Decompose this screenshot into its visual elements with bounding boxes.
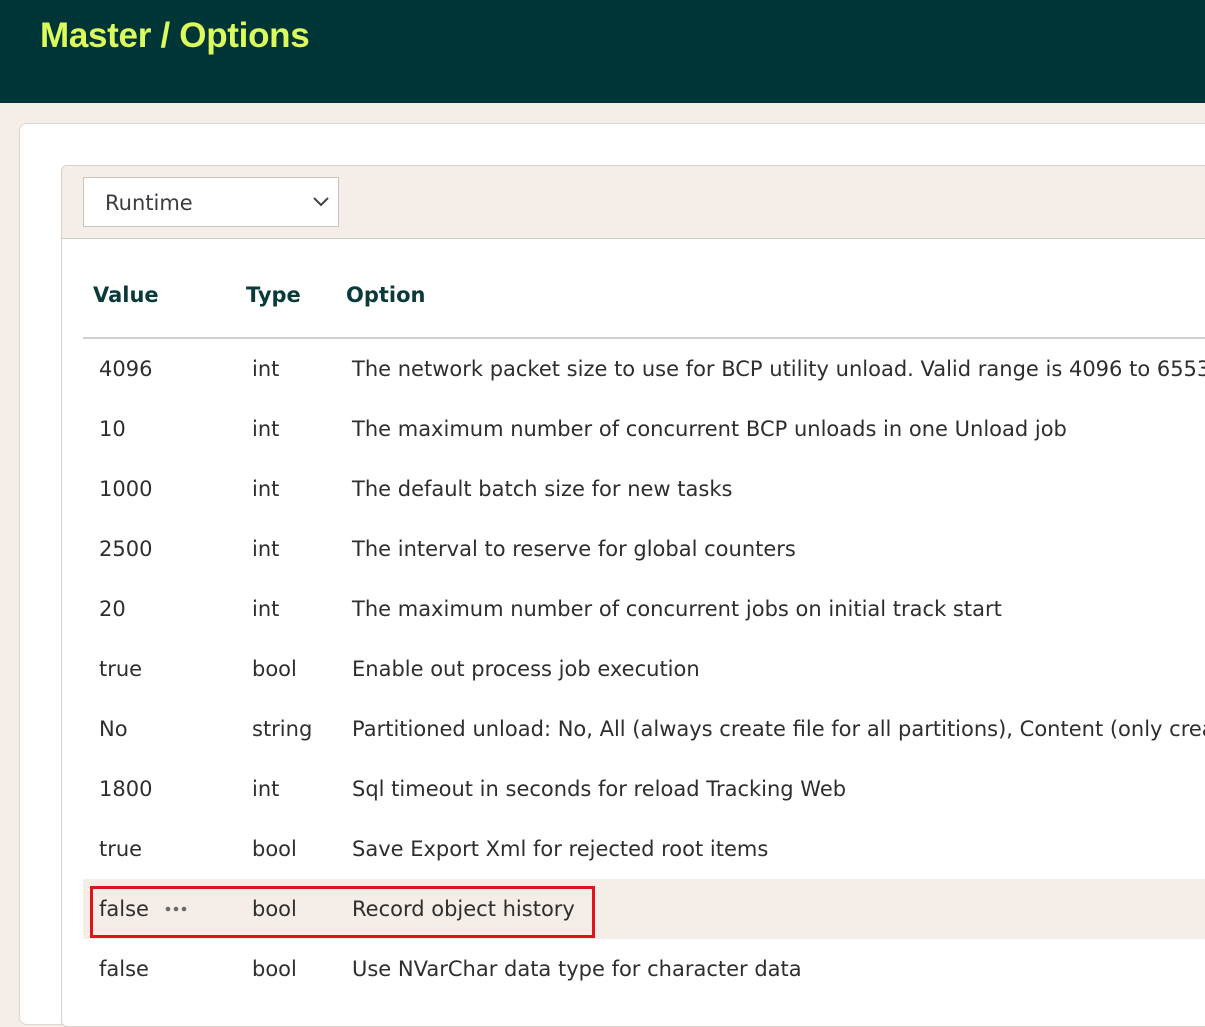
table-row[interactable]: false bool Use NVarChar data type for ch… (83, 939, 1205, 999)
row-option: The maximum number of concurrent BCP unl… (352, 417, 1067, 441)
row-type: string (252, 717, 313, 741)
row-value: false (99, 957, 149, 981)
table-header: Value Type Option (83, 238, 1205, 339)
category-select-value: Runtime (105, 191, 193, 215)
table-row-selected[interactable]: false bool Record object history (83, 879, 1205, 939)
row-value: true (99, 837, 143, 861)
row-option: Partitioned unload: No, All (always crea… (352, 717, 1205, 741)
category-select[interactable]: Runtime (83, 177, 339, 227)
row-option: The maximum number of concurrent jobs on… (352, 597, 1002, 621)
options-table: Value Type Option 4096 int The network p… (83, 238, 1205, 999)
row-type: bool (252, 897, 297, 921)
row-value: 2500 (99, 537, 153, 561)
table-row[interactable]: No string Partitioned unload: No, All (a… (83, 699, 1205, 759)
row-value: 4096 (99, 357, 153, 381)
row-option: Enable out process job execution (352, 657, 700, 681)
row-value: No (99, 717, 128, 741)
options-toolbar: Runtime (62, 166, 1205, 239)
table-row[interactable]: true bool Save Export Xml for rejected r… (83, 819, 1205, 879)
row-type: int (252, 597, 280, 621)
row-value: 1000 (99, 477, 153, 501)
row-type: int (252, 537, 280, 561)
row-option: The interval to reserve for global count… (352, 537, 796, 561)
chevron-down-icon (313, 197, 329, 207)
row-value: false (99, 897, 149, 921)
row-option: The default batch size for new tasks (352, 477, 733, 501)
table-row[interactable]: 4096 int The network packet size to use … (83, 339, 1205, 399)
column-header-value[interactable]: Value (93, 283, 159, 307)
table-row[interactable]: 2500 int The interval to reserve for glo… (83, 519, 1205, 579)
app-header: Master / Options (0, 0, 1205, 103)
row-option: Record object history (352, 897, 575, 921)
row-type: int (252, 777, 280, 801)
column-header-type[interactable]: Type (246, 283, 301, 307)
page-title: Master / Options (40, 16, 310, 55)
column-header-option[interactable]: Option (346, 283, 426, 307)
more-horizontal-icon[interactable] (165, 906, 187, 912)
row-option: Use NVarChar data type for character dat… (352, 957, 802, 981)
row-type: int (252, 477, 280, 501)
table-row[interactable]: 1000 int The default batch size for new … (83, 459, 1205, 519)
table-row[interactable]: true bool Enable out process job executi… (83, 639, 1205, 699)
row-type: int (252, 357, 280, 381)
table-row[interactable]: 10 int The maximum number of concurrent … (83, 399, 1205, 459)
row-type: int (252, 417, 280, 441)
options-panel: Runtime Value Type Option 4096 int The n… (61, 165, 1205, 1027)
row-value: 20 (99, 597, 126, 621)
row-value: 1800 (99, 777, 153, 801)
row-type: bool (252, 957, 297, 981)
row-option: Sql timeout in seconds for reload Tracki… (352, 777, 847, 801)
table-row[interactable]: 20 int The maximum number of concurrent … (83, 579, 1205, 639)
row-option: Save Export Xml for rejected root items (352, 837, 769, 861)
row-option: The network packet size to use for BCP u… (352, 357, 1205, 381)
row-value: true (99, 657, 143, 681)
table-body: 4096 int The network packet size to use … (83, 339, 1205, 999)
row-type: bool (252, 837, 297, 861)
row-type: bool (252, 657, 297, 681)
table-row[interactable]: 1800 int Sql timeout in seconds for relo… (83, 759, 1205, 819)
row-value: 10 (99, 417, 126, 441)
